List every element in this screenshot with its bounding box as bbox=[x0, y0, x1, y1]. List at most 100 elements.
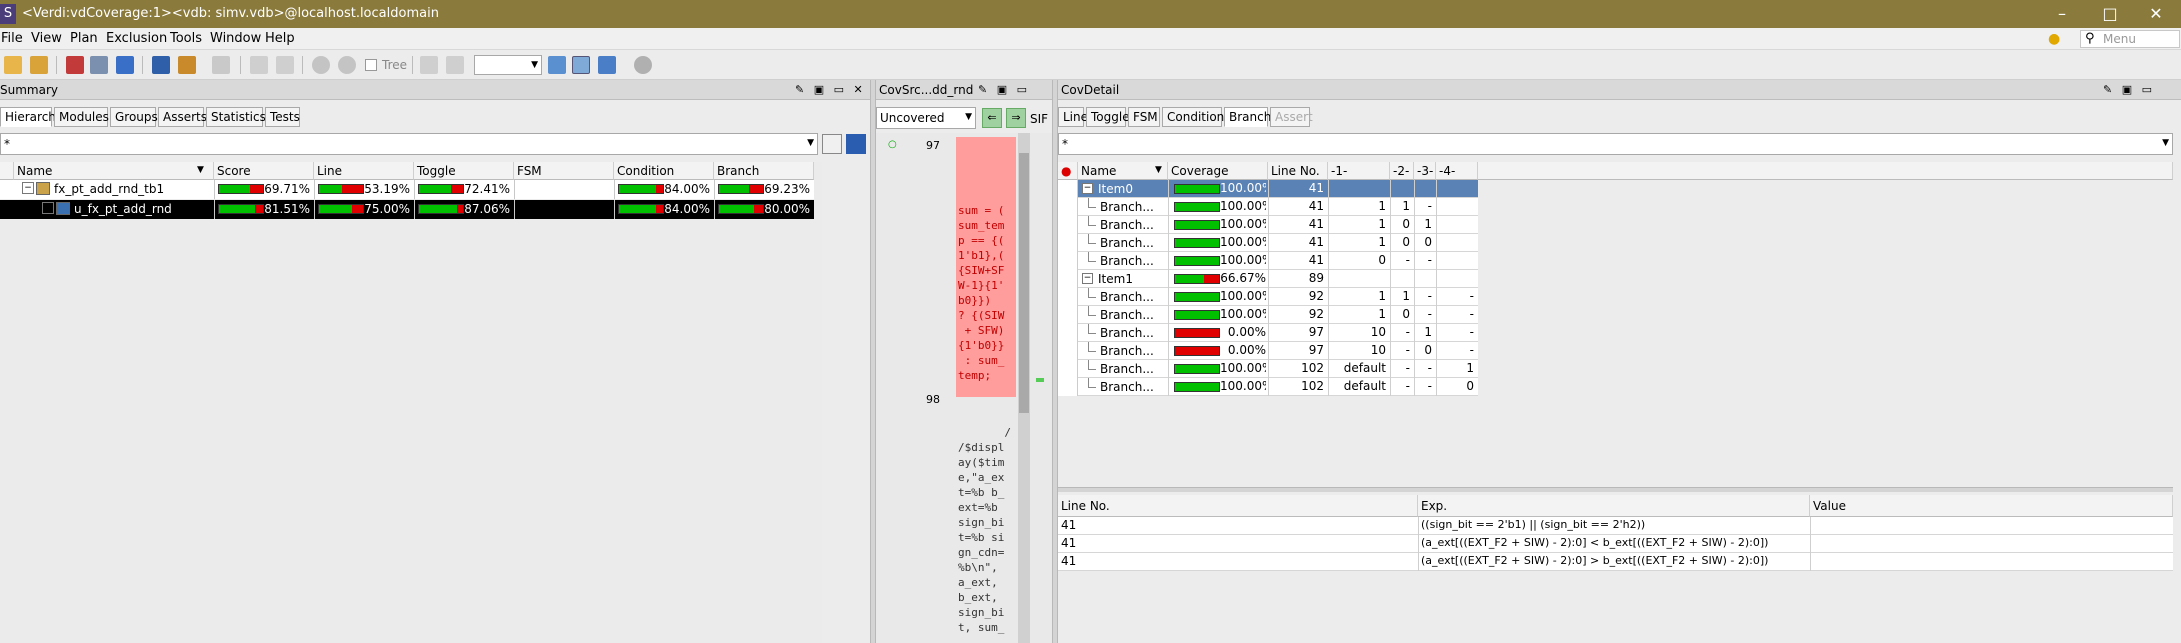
row-checkbox[interactable] bbox=[1058, 234, 1078, 252]
detail-row[interactable]: Branch... 100.00% 92 1 0 - - bbox=[1058, 306, 1478, 324]
detail-row[interactable]: Branch... 100.00% 92 1 1 - - bbox=[1058, 288, 1478, 306]
detail-row[interactable]: Branch... 100.00% 41 1 1 - bbox=[1058, 198, 1478, 216]
cut-icon[interactable] bbox=[250, 56, 268, 74]
folder-icon[interactable] bbox=[30, 56, 48, 74]
detail-row[interactable]: Branch... 0.00% 97 10-1- bbox=[1058, 324, 1478, 342]
minimize-button[interactable]: – bbox=[2040, 2, 2084, 26]
hierarchy-icon[interactable] bbox=[276, 56, 294, 74]
save-as-icon[interactable] bbox=[178, 56, 196, 74]
detail-row[interactable]: Branch... 0.00% 97 10-0- bbox=[1058, 342, 1478, 360]
menu-window[interactable]: Window bbox=[210, 31, 261, 46]
col-1[interactable]: -1- bbox=[1328, 162, 1390, 180]
maximize-button[interactable]: □ bbox=[2088, 2, 2132, 26]
exp-row[interactable]: 41 ((sign_bit == 2'b1) || (sign_bit == 2'… bbox=[1058, 517, 2173, 535]
row-checkbox[interactable] bbox=[1058, 180, 1078, 198]
tab-hierarchy[interactable]: Hierarchy bbox=[0, 107, 63, 127]
col-line[interactable]: Line bbox=[314, 162, 414, 180]
menu-help[interactable]: Help bbox=[265, 31, 295, 46]
row-checkbox[interactable] bbox=[1058, 306, 1078, 324]
tab-branch[interactable]: Branch bbox=[1224, 107, 1271, 127]
row-checkbox[interactable] bbox=[1058, 342, 1078, 360]
menu-search-input[interactable]: ⚲ Menu bbox=[2080, 30, 2180, 48]
exp-row[interactable]: 41 (a_ext[((EXT_F2 + SIW) - 2):0] < b_ext… bbox=[1058, 535, 2173, 553]
row-checkbox[interactable] bbox=[1058, 216, 1078, 234]
detail-row[interactable]: Branch...100.00%41101 bbox=[1058, 216, 1478, 234]
exp-row[interactable]: 41 (a_ext[((EXT_F2 + SIW) - 2):0] > b_ext… bbox=[1058, 553, 2173, 571]
settings-gear-icon[interactable] bbox=[634, 56, 652, 74]
col-value[interactable]: Value bbox=[1810, 495, 2173, 517]
tab-groups[interactable]: Groups bbox=[110, 107, 158, 127]
collapse-minus-icon[interactable]: − bbox=[1082, 273, 1093, 284]
row-checkbox[interactable] bbox=[1058, 198, 1078, 216]
save-icon[interactable] bbox=[152, 56, 170, 74]
tab-toggle[interactable]: Toggle bbox=[1086, 107, 1130, 127]
sort-chevron-icon[interactable]: ▼ bbox=[1155, 165, 1162, 175]
col-2[interactable]: -2- bbox=[1390, 162, 1414, 180]
col-condition[interactable]: Condition bbox=[614, 162, 714, 180]
row-checkbox[interactable] bbox=[1058, 252, 1078, 270]
expand-minus-icon[interactable]: − bbox=[22, 182, 34, 194]
filter-icon[interactable] bbox=[116, 56, 134, 74]
merge-icon[interactable] bbox=[212, 56, 230, 74]
col-4[interactable]: -4- bbox=[1436, 162, 1478, 180]
row-checkbox[interactable] bbox=[1058, 288, 1078, 306]
load-icon[interactable] bbox=[90, 56, 108, 74]
sync-icon[interactable] bbox=[598, 56, 616, 74]
comment-icon[interactable] bbox=[548, 56, 566, 74]
col-exp[interactable]: Exp. bbox=[1418, 495, 1810, 517]
row-checkbox[interactable] bbox=[1058, 360, 1078, 378]
tab-modules[interactable]: Modules bbox=[54, 107, 109, 127]
view-mode-icon[interactable] bbox=[822, 134, 842, 154]
close-button[interactable]: ✕ bbox=[2134, 2, 2178, 26]
tree-checkbox[interactable] bbox=[365, 59, 377, 71]
navigate-icon[interactable] bbox=[572, 56, 590, 74]
tab-line[interactable]: Line bbox=[1058, 107, 1088, 127]
eraser-icon[interactable] bbox=[446, 56, 464, 74]
open-folder-icon[interactable] bbox=[4, 56, 22, 74]
col-coverage[interactable]: Coverage bbox=[1168, 162, 1268, 180]
menu-plan[interactable]: Plan bbox=[70, 31, 98, 46]
col-line-no[interactable]: Line No. bbox=[1268, 162, 1328, 180]
col-branch[interactable]: Branch bbox=[714, 162, 814, 180]
menu-exclusion[interactable]: Exclusion bbox=[106, 31, 167, 46]
toolbar-combo[interactable]: ▼ bbox=[474, 55, 542, 75]
col-fsm[interactable]: FSM bbox=[514, 162, 614, 180]
row-checkbox[interactable] bbox=[1058, 324, 1078, 342]
source-scroll-thumb[interactable] bbox=[1019, 153, 1029, 413]
splitter-horizontal[interactable] bbox=[1058, 487, 2173, 492]
panel-pin-icon[interactable]: ✎ ▣ ▭ ✕ bbox=[795, 83, 866, 96]
menu-tools[interactable]: Tools bbox=[170, 31, 202, 46]
cancel-icon[interactable] bbox=[338, 56, 356, 74]
sif-label[interactable]: SIF bbox=[1030, 112, 1050, 126]
detail-filter-input[interactable]: * ▼ bbox=[1058, 133, 2173, 155]
edit-icon[interactable] bbox=[420, 56, 438, 74]
row-checkbox[interactable] bbox=[1058, 270, 1078, 288]
tab-fsm[interactable]: FSM bbox=[1128, 107, 1160, 127]
summary-filter-input[interactable]: * ▼ bbox=[0, 133, 818, 155]
panel-pin-icon[interactable]: ✎ ▣ ▭ bbox=[978, 83, 1030, 96]
detail-row[interactable]: Branch... 100.00% 102 default - - 0 bbox=[1058, 378, 1478, 396]
table-row[interactable]: u_fx_pt_add_rnd 81.51% 75.00% 87.06% 84.00% 8… bbox=[0, 200, 814, 219]
tab-condition[interactable]: Condition bbox=[1162, 107, 1224, 127]
detail-row[interactable]: Branch... 100.00% 41 0 - - bbox=[1058, 252, 1478, 270]
tip-bulb-icon[interactable]: ● bbox=[2048, 31, 2060, 47]
table-row[interactable]: − fx_pt_add_rnd_tb1 69.71% 53.19% 72.41% 84.0… bbox=[0, 180, 814, 199]
detail-row[interactable]: Branch... 100.00% 41 1 00 bbox=[1058, 234, 1478, 252]
prev-uncovered-arrow-icon[interactable]: ⇐ bbox=[982, 108, 1002, 128]
col-score[interactable]: Score bbox=[214, 162, 314, 180]
tab-statistics[interactable]: Statistics bbox=[206, 107, 266, 127]
col-name[interactable]: Name bbox=[14, 162, 214, 180]
source-mode-select[interactable]: Uncovered ▼ bbox=[876, 107, 976, 129]
col-3[interactable]: -3- bbox=[1414, 162, 1436, 180]
tab-asserts[interactable]: Asserts bbox=[158, 107, 207, 127]
col-exp-line[interactable]: Line No. bbox=[1058, 495, 1418, 517]
tab-tests[interactable]: Tests bbox=[265, 107, 300, 127]
sort-chevron-icon[interactable]: ▼ bbox=[197, 165, 204, 175]
collapse-minus-icon[interactable]: − bbox=[1082, 183, 1093, 194]
list-view-icon[interactable] bbox=[846, 134, 866, 154]
panel-pin-icon[interactable]: ✎ ▣ ▭ bbox=[2103, 83, 2155, 96]
close-db-icon[interactable] bbox=[66, 56, 84, 74]
detail-row[interactable]: − Item1 66.67% 89 bbox=[1058, 270, 1478, 288]
menu-view[interactable]: View bbox=[31, 31, 62, 46]
tree-branch-icon[interactable] bbox=[42, 202, 54, 214]
